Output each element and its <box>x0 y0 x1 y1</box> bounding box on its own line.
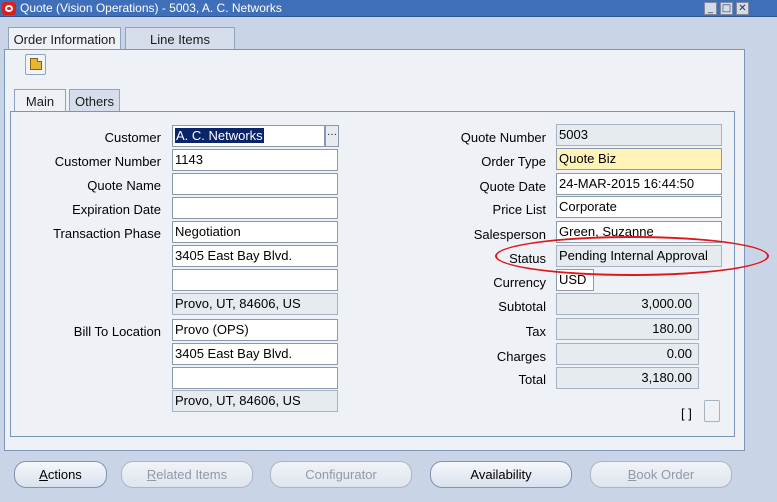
close-icon[interactable]: ✕ <box>736 2 749 15</box>
quote-name-label: Quote Name <box>87 178 161 193</box>
quote-date-label: Quote Date <box>479 179 547 194</box>
transaction-phase-field[interactable]: Negotiation <box>172 221 338 243</box>
expiration-date-field[interactable] <box>172 197 338 219</box>
quote-date-field[interactable]: 24-MAR-2015 16:44:50 <box>556 173 722 195</box>
status-highlight-annotation <box>495 236 769 276</box>
total-field: 3,180.00 <box>556 367 699 389</box>
bill-to-location-label: Bill To Location <box>73 324 161 339</box>
configurator-button[interactable]: Configurator <box>270 461 412 488</box>
customer-lov-button[interactable]: ··· <box>325 125 339 147</box>
charges-field: 0.00 <box>556 343 699 365</box>
tab-main[interactable]: Main <box>14 89 66 112</box>
subtotal-field: 3,000.00 <box>556 293 699 315</box>
expiration-date-label: Expiration Date <box>72 202 161 217</box>
tab-others[interactable]: Others <box>69 89 120 112</box>
charges-label: Charges <box>496 349 546 364</box>
price-list-label: Price List <box>492 202 546 217</box>
address-line1-field[interactable]: 3405 East Bay Blvd. <box>172 245 338 267</box>
actions-button[interactable]: Actions <box>14 461 107 488</box>
quote-number-field: 5003 <box>556 124 722 146</box>
minimize-icon[interactable]: _ <box>704 2 717 15</box>
quote-number-label: Quote Number <box>460 130 546 145</box>
open-folder-button[interactable] <box>25 54 46 75</box>
order-type-label: Order Type <box>481 154 546 169</box>
bill-address-city-field: Provo, UT, 84606, US <box>172 390 338 412</box>
book-order-button[interactable]: Book Order <box>590 461 732 488</box>
oracle-logo-icon <box>2 2 16 15</box>
window-title-bar: Quote (Vision Operations) - 5003, A. C. … <box>0 0 777 17</box>
total-label: Total <box>518 372 546 387</box>
descriptive-flexfield-box[interactable] <box>704 400 720 422</box>
maximize-icon[interactable]: □ <box>720 2 733 15</box>
customer-number-label: Customer Number <box>54 154 161 169</box>
quote-name-field[interactable] <box>172 173 338 195</box>
currency-label: Currency <box>493 275 546 290</box>
folder-icon <box>30 58 42 70</box>
tax-field: 180.00 <box>556 318 699 340</box>
subtotal-label: Subtotal <box>498 299 546 314</box>
tab-line-items[interactable]: Line Items <box>125 27 235 51</box>
customer-field[interactable]: A. C. Networks <box>172 125 325 147</box>
tab-order-information[interactable]: Order Information <box>8 27 121 51</box>
availability-button[interactable]: Availability <box>430 461 572 488</box>
transaction-phase-label: Transaction Phase <box>53 226 161 241</box>
tax-label: Tax <box>525 324 546 339</box>
related-items-button[interactable]: Related Items <box>121 461 253 488</box>
salesperson-label: Salesperson <box>473 227 546 242</box>
bill-address-line1-field[interactable]: 3405 East Bay Blvd. <box>172 343 338 365</box>
customer-label: Customer <box>104 130 161 145</box>
price-list-field[interactable]: Corporate <box>556 196 722 218</box>
customer-number-field[interactable]: 1143 <box>172 149 338 171</box>
address-line2-field[interactable] <box>172 269 338 291</box>
order-type-field[interactable]: Quote Biz <box>556 148 722 170</box>
bill-address-line2-field[interactable] <box>172 367 338 389</box>
address-city-field: Provo, UT, 84606, US <box>172 293 338 315</box>
folder-indicator: [ ] <box>681 406 692 421</box>
window-title: Quote (Vision Operations) - 5003, A. C. … <box>20 1 282 15</box>
bill-to-location-field[interactable]: Provo (OPS) <box>172 319 338 341</box>
